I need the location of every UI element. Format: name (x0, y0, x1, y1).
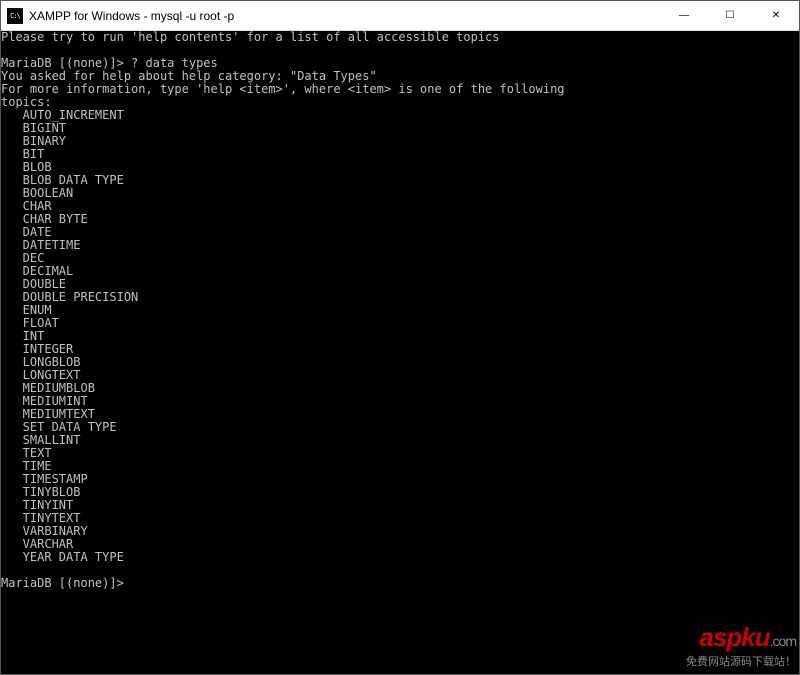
title-bar: XAMPP for Windows - mysql -u root -p — ☐… (1, 1, 799, 31)
maximize-button[interactable]: ☐ (707, 1, 753, 30)
asked-line: You asked for help about help category: … (1, 69, 377, 83)
terminal-output[interactable]: Please try to run 'help contents' for a … (1, 31, 799, 674)
topics-list: AUTO_INCREMENT BIGINT BINARY BIT BLOB BL… (1, 108, 138, 564)
prompt-line: MariaDB [(none)]> ? data types (1, 56, 218, 70)
help-hint-line: Please try to run 'help contents' for a … (1, 31, 500, 44)
moreinfo-line: For more information, type 'help <item>'… (1, 82, 565, 96)
minimize-button[interactable]: — (661, 1, 707, 30)
close-button[interactable]: ✕ (753, 1, 799, 30)
topics-label: topics: (1, 95, 52, 109)
window-controls: — ☐ ✕ (661, 1, 799, 30)
app-window: XAMPP for Windows - mysql -u root -p — ☐… (0, 0, 800, 675)
window-title: XAMPP for Windows - mysql -u root -p (29, 9, 661, 23)
prompt-line: MariaDB [(none)]> (1, 576, 124, 590)
cmd-icon (7, 8, 23, 24)
